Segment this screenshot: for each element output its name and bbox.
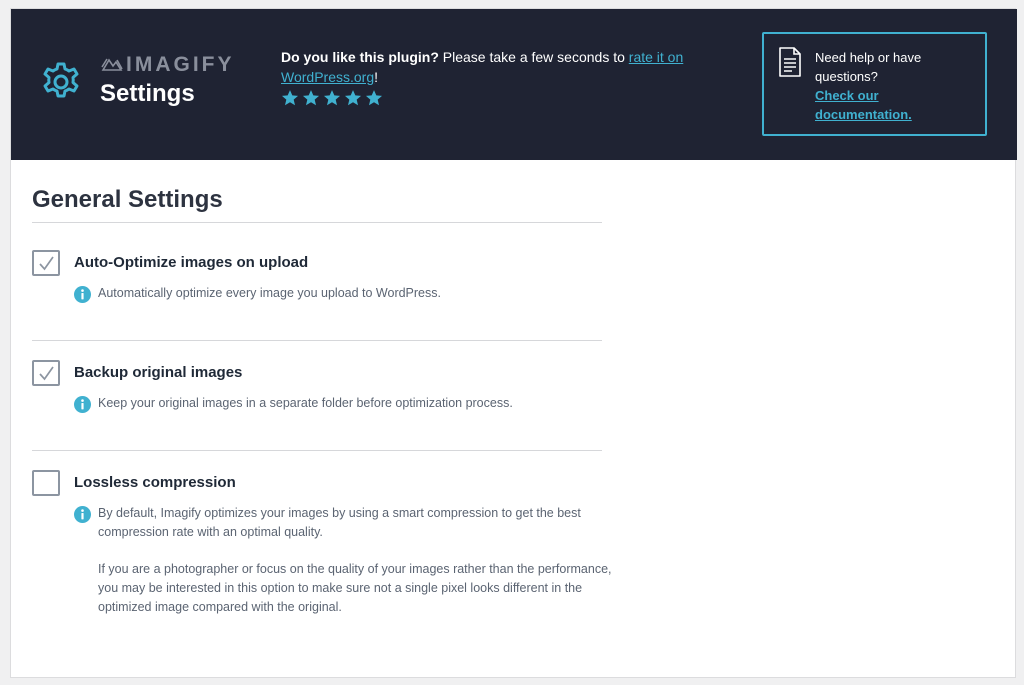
option-label[interactable]: Auto-Optimize images on upload (74, 254, 308, 271)
info-icon (74, 396, 91, 413)
page-title: Settings (100, 80, 195, 107)
option-description: Automatically optimize every image you u… (98, 284, 628, 303)
option-description: By default, Imagify optimizes your image… (98, 504, 628, 616)
rating-prompt: Do you like this plugin? Please take a f… (281, 47, 711, 87)
star-icon[interactable] (302, 89, 320, 107)
divider (32, 222, 602, 223)
brand-name: IMAGIFY (126, 53, 235, 76)
description-text: Automatically optimize every image you u… (98, 286, 441, 300)
lossless-checkbox[interactable] (32, 470, 60, 496)
description-text: Keep your original images in a separate … (98, 396, 513, 410)
rating-stars[interactable] (281, 89, 383, 107)
auto-optimize-checkbox[interactable] (32, 250, 60, 276)
document-icon (779, 47, 801, 77)
gear-icon (43, 62, 79, 98)
checkmark-icon (39, 256, 54, 271)
info-icon (74, 286, 91, 303)
info-icon (74, 506, 91, 523)
settings-page: IMAGIFY Settings Do you like this plugin… (10, 8, 1017, 678)
star-icon[interactable] (323, 89, 341, 107)
option-label[interactable]: Backup original images (74, 364, 242, 381)
section-title: General Settings (32, 186, 223, 213)
description-text: If you are a photographer or focus on th… (98, 562, 612, 614)
option-description: Keep your original images in a separate … (98, 394, 628, 413)
imagify-logo: IMAGIFY (100, 53, 235, 76)
star-icon[interactable] (281, 89, 299, 107)
option-label[interactable]: Lossless compression (74, 474, 236, 491)
help-question: Need help or have questions? (815, 50, 922, 84)
plugin-header: IMAGIFY Settings Do you like this plugin… (11, 9, 1017, 160)
rating-prompt-text: Please take a few seconds to (438, 49, 629, 65)
imagify-logo-icon (101, 58, 123, 71)
rating-question: Do you like this plugin? (281, 49, 439, 65)
divider (32, 340, 602, 341)
description-text: By default, Imagify optimizes your image… (98, 506, 581, 539)
star-icon[interactable] (365, 89, 383, 107)
backup-checkbox[interactable] (32, 360, 60, 386)
divider (32, 450, 602, 451)
checkmark-icon (39, 366, 54, 381)
help-box: Need help or have questions? Check our d… (762, 32, 987, 136)
star-icon[interactable] (344, 89, 362, 107)
help-text: Need help or have questions? Check our d… (815, 48, 975, 124)
rating-suffix: ! (374, 69, 378, 85)
documentation-link[interactable]: Check our documentation. (815, 88, 912, 122)
